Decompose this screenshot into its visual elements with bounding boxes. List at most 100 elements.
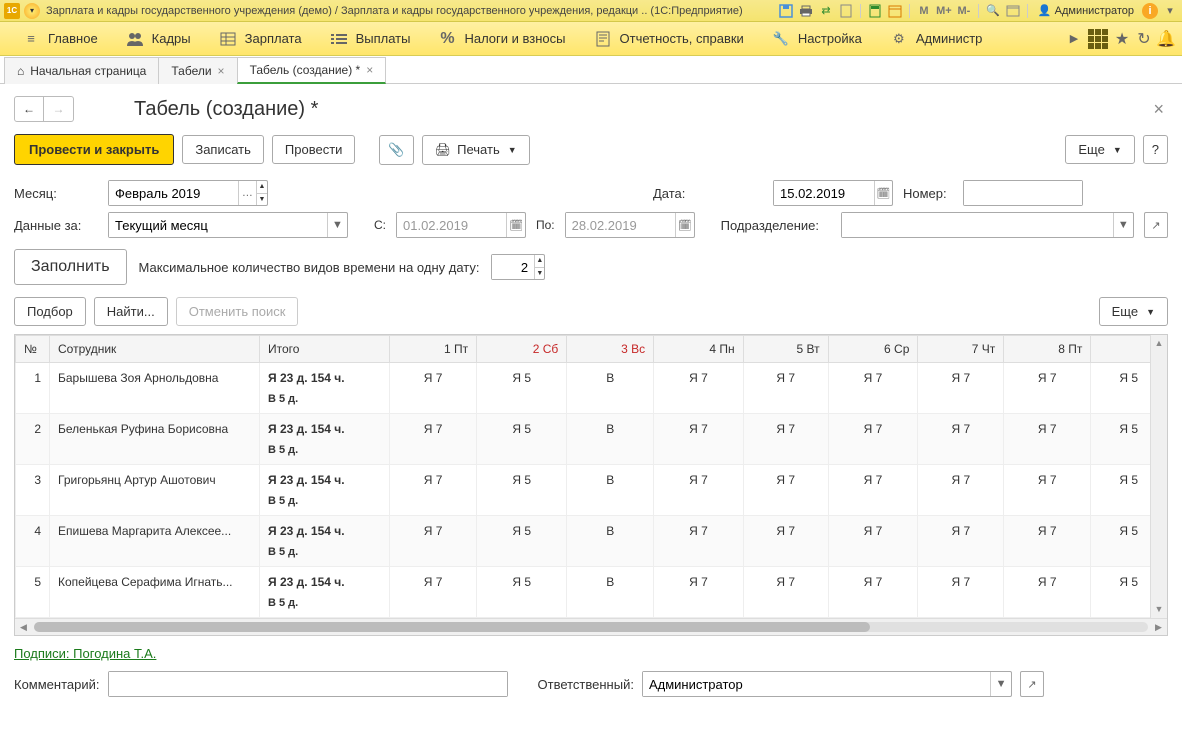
col-employee[interactable]: Сотрудник — [50, 336, 260, 363]
cell-day[interactable]: Я 7 — [918, 516, 1004, 543]
responsible-input[interactable] — [643, 672, 990, 696]
cell-day[interactable]: Я 5 — [477, 516, 567, 543]
cell-day[interactable]: Я 7 — [828, 414, 918, 441]
cell-day[interactable]: Я 7 — [654, 516, 744, 543]
col-day-1[interactable]: 1 Пт — [390, 336, 477, 363]
month-input[interactable] — [109, 181, 238, 205]
cell-day[interactable]: Я 7 — [918, 414, 1004, 441]
horizontal-scrollbar[interactable]: ◀ ▶ — [15, 618, 1167, 635]
cell-day[interactable]: В — [567, 516, 654, 543]
table-more-button[interactable]: Еще ▼ — [1099, 297, 1168, 326]
nav-forward-button[interactable]: → — [44, 96, 74, 122]
m-minus-icon[interactable]: M- — [956, 3, 972, 19]
signatures-link[interactable]: Подписи: Погодина Т.А. — [14, 646, 156, 661]
cell-day[interactable]: Я 7 — [918, 363, 1004, 390]
col-day-2[interactable]: 2 Сб — [477, 336, 567, 363]
cell-day[interactable]: Я 7 — [1004, 567, 1091, 594]
cell-day[interactable]: Я 5 — [477, 414, 567, 441]
col-day-3[interactable]: 3 Вс — [567, 336, 654, 363]
responsible-open-button[interactable]: ↗ — [1020, 671, 1044, 697]
cell-day[interactable]: Я 7 — [390, 516, 477, 543]
zoom-icon[interactable]: 🔍 — [985, 3, 1001, 19]
col-total[interactable]: Итого — [260, 336, 390, 363]
star-icon[interactable]: ★ — [1114, 31, 1130, 47]
cell-day[interactable]: Я 7 — [390, 465, 477, 492]
close-icon[interactable]: × — [366, 63, 373, 77]
cell-day[interactable]: Я 7 — [654, 363, 744, 390]
close-icon[interactable]: × — [218, 64, 225, 78]
col-day-6[interactable]: 6 Ср — [828, 336, 918, 363]
cell-day[interactable]: Я 7 — [654, 567, 744, 594]
max-kinds-input[interactable] — [492, 255, 534, 279]
chevron-down-icon[interactable]: ▼ — [327, 213, 347, 237]
month-spinner[interactable]: ▲▼ — [256, 181, 267, 205]
doc-icon[interactable] — [838, 3, 854, 19]
window-icon[interactable] — [1005, 3, 1021, 19]
tab-home[interactable]: ⌂ Начальная страница — [4, 57, 159, 84]
save-disk-icon[interactable] — [778, 3, 794, 19]
cell-day[interactable]: Я 7 — [828, 567, 918, 594]
help-button[interactable]: ? — [1143, 135, 1168, 164]
table-row[interactable]: 3 Григорьянц Артур Ашотович Я 23 д. 154 … — [16, 465, 1167, 492]
cell-day[interactable]: Я 5 — [477, 567, 567, 594]
post-button[interactable]: Провести — [272, 135, 356, 164]
cell-day[interactable]: Я 7 — [828, 516, 918, 543]
dept-open-button[interactable]: ↗ — [1144, 212, 1168, 238]
col-day-4[interactable]: 4 Пн — [654, 336, 744, 363]
cell-day[interactable]: Я 7 — [390, 363, 477, 390]
vertical-scrollbar[interactable]: ▲▼ — [1150, 335, 1167, 618]
find-button[interactable]: Найти... — [94, 297, 168, 326]
bell-icon[interactable]: 🔔 — [1158, 31, 1174, 47]
menu-kadry[interactable]: Кадры — [112, 22, 205, 55]
number-input[interactable] — [964, 181, 1082, 205]
cell-day[interactable]: В — [567, 363, 654, 390]
menu-admin[interactable]: ⚙ Администр — [876, 22, 997, 55]
table-row[interactable]: 1 Барышева Зоя Арнольдовна Я 23 д. 154 ч… — [16, 363, 1167, 390]
month-select-button[interactable]: … — [238, 181, 256, 205]
menu-vyplaty[interactable]: Выплаты — [316, 22, 425, 55]
chevron-down-icon[interactable]: ▼ — [1113, 213, 1133, 237]
cell-day[interactable]: Я 7 — [743, 465, 828, 492]
data-for-input[interactable] — [109, 213, 327, 237]
chevron-down-icon[interactable]: ▼ — [990, 672, 1011, 696]
calendar-icon[interactable] — [887, 3, 903, 19]
m-icon[interactable]: M — [916, 3, 932, 19]
calendar-button[interactable]: 🗓 — [874, 181, 892, 205]
cell-day[interactable]: Я 7 — [743, 516, 828, 543]
info-icon[interactable]: i — [1142, 3, 1158, 19]
table-row[interactable]: 4 Епишева Маргарита Алексее... Я 23 д. 1… — [16, 516, 1167, 543]
col-day-8[interactable]: 8 Пт — [1004, 336, 1091, 363]
close-page-button[interactable]: × — [1149, 99, 1168, 120]
cell-day[interactable]: Я 7 — [743, 363, 828, 390]
cell-day[interactable]: Я 7 — [918, 567, 1004, 594]
dept-select[interactable]: ▼ — [841, 212, 1134, 238]
calc-icon[interactable] — [867, 3, 883, 19]
record-button[interactable]: Записать — [182, 135, 264, 164]
dropdown-circle[interactable]: ▾ — [24, 3, 40, 19]
menu-overflow-icon[interactable]: ▶ — [1066, 31, 1082, 47]
cell-day[interactable]: Я 7 — [743, 567, 828, 594]
cell-day[interactable]: Я 7 — [654, 465, 744, 492]
cell-day[interactable]: Я 7 — [828, 465, 918, 492]
cell-day[interactable]: В — [567, 414, 654, 441]
apps-icon[interactable] — [1088, 29, 1108, 49]
table-row[interactable]: 2 Беленькая Руфина Борисовна Я 23 д. 154… — [16, 414, 1167, 441]
cell-day[interactable]: Я 7 — [743, 414, 828, 441]
save-close-button[interactable]: Провести и закрыть — [14, 134, 174, 165]
nav-back-button[interactable]: ← — [14, 96, 44, 122]
cell-day[interactable]: Я 7 — [1004, 414, 1091, 441]
menu-zarplata[interactable]: Зарплата — [205, 22, 316, 55]
cell-day[interactable]: Я 7 — [1004, 516, 1091, 543]
more-button[interactable]: Еще ▼ — [1065, 135, 1134, 164]
cell-day[interactable]: В — [567, 567, 654, 594]
print-icon[interactable] — [798, 3, 814, 19]
compare-icon[interactable]: ⇄ — [818, 3, 834, 19]
table-row[interactable]: 5 Копейцева Серафима Игнать... Я 23 д. 1… — [16, 567, 1167, 594]
cell-day[interactable]: Я 7 — [1004, 363, 1091, 390]
menu-nalogi[interactable]: % Налоги и взносы — [424, 22, 579, 55]
cell-day[interactable]: Я 5 — [477, 465, 567, 492]
cell-day[interactable]: Я 7 — [1004, 465, 1091, 492]
col-day-5[interactable]: 5 Вт — [743, 336, 828, 363]
cell-day[interactable]: В — [567, 465, 654, 492]
menu-nastroyka[interactable]: 🔧 Настройка — [758, 22, 876, 55]
